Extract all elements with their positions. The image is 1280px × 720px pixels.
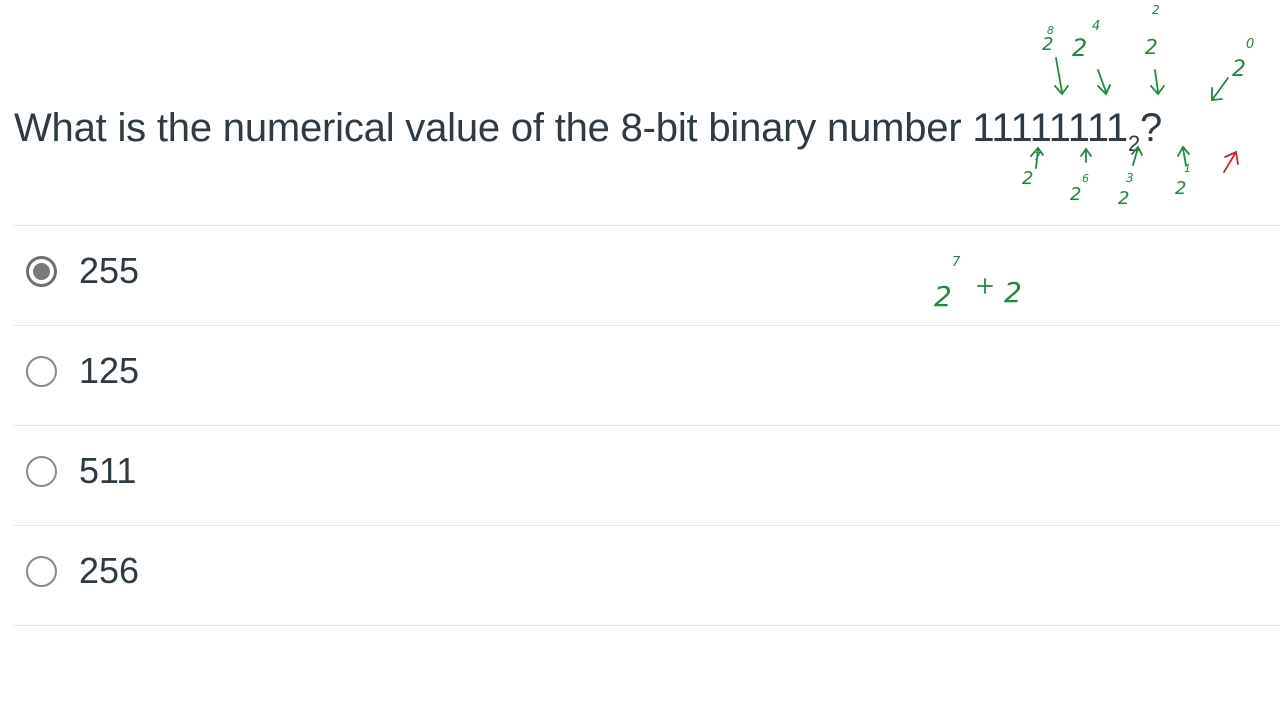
question-subscript: 2 <box>1127 131 1140 156</box>
answer-option-256[interactable]: 256 <box>14 525 1280 626</box>
above-exp-1: 8 <box>1047 24 1054 37</box>
question-stem: What is the numerical value of the 8-bit… <box>14 106 1128 150</box>
radio-icon[interactable] <box>26 556 57 587</box>
answer-option-255[interactable]: 255 <box>14 225 1280 325</box>
answer-list: 255 125 511 256 <box>14 225 1280 626</box>
answer-label: 255 <box>79 250 140 291</box>
above-exp-2: 4 <box>1092 19 1100 34</box>
above-base-4: 2 <box>1232 57 1246 82</box>
answer-label: 256 <box>79 550 140 591</box>
question-text: What is the numerical value of the 8-bit… <box>14 100 1162 172</box>
radio-icon[interactable] <box>26 356 57 387</box>
answer-option-125[interactable]: 125 <box>14 325 1280 425</box>
question-suffix: ? <box>1140 106 1163 150</box>
above-base-3: 2 <box>1145 35 1158 59</box>
above-exp-3: 2 <box>1152 3 1160 17</box>
below-base-4: 2 <box>1175 178 1186 199</box>
above-base-1: 2 <box>1042 34 1053 55</box>
ink-above-labels: 2 8 2 4 2 2 2 0 <box>1042 3 1254 82</box>
below-base-3: 2 <box>1118 188 1129 209</box>
answer-option-511[interactable]: 511 <box>14 425 1280 525</box>
below-exp-4: 1 <box>1184 162 1191 175</box>
below-base-2: 2 <box>1070 184 1081 205</box>
above-base-2: 2 <box>1072 34 1087 62</box>
red-arrow-icon <box>1223 150 1239 173</box>
below-exp-3: 3 <box>1126 171 1134 185</box>
answer-label: 511 <box>79 450 137 491</box>
answer-label: 125 <box>79 350 140 391</box>
radio-icon[interactable] <box>26 456 57 487</box>
above-exp-4: 0 <box>1246 37 1254 52</box>
below-exp-2: 6 <box>1082 172 1089 185</box>
radio-selected-icon[interactable] <box>26 256 57 287</box>
